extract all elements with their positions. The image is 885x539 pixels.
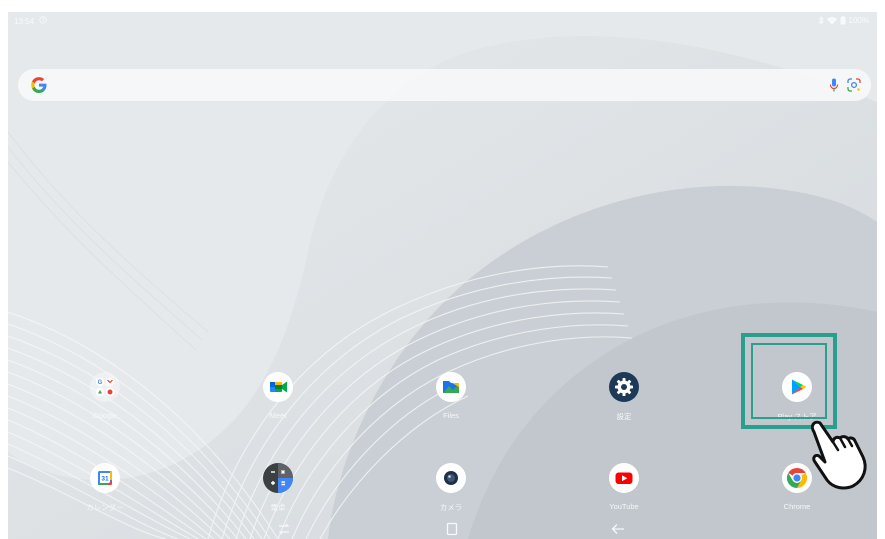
google-g-icon xyxy=(31,77,47,93)
pointing-hand-icon xyxy=(810,420,867,490)
battery-percent: 100% xyxy=(848,16,869,25)
calendar-day: 31 xyxy=(101,476,109,483)
highlight-frame xyxy=(741,333,837,429)
app-google-folder[interactable]: G Google xyxy=(60,369,150,425)
app-camera[interactable]: カメラ xyxy=(406,460,496,516)
youtube-icon xyxy=(608,462,640,494)
app-label: Google xyxy=(92,411,118,420)
app-label: Files xyxy=(443,411,459,420)
highlight-inner-frame xyxy=(751,343,827,419)
alarm-icon xyxy=(39,16,47,24)
calculator-icon xyxy=(262,462,294,494)
app-calendar[interactable]: 31 カレンダー xyxy=(60,460,150,516)
microphone-icon[interactable] xyxy=(829,78,839,92)
app-label: Chrome xyxy=(783,502,811,511)
app-label: YouTube xyxy=(609,502,639,511)
camera-icon xyxy=(435,462,467,494)
bluetooth-icon xyxy=(818,16,824,25)
recents-icon[interactable] xyxy=(276,522,292,536)
app-files[interactable]: Files xyxy=(406,369,496,425)
status-indicators: 100% xyxy=(818,16,869,25)
app-youtube[interactable]: YouTube xyxy=(579,460,669,516)
app-label: 電卓 xyxy=(270,503,286,512)
files-icon xyxy=(435,371,467,403)
status-time: 13:54 xyxy=(14,17,35,26)
app-label: カレンダー xyxy=(86,503,124,512)
svg-text:G: G xyxy=(98,380,103,386)
app-settings[interactable]: 設定 xyxy=(579,369,669,425)
app-calculator[interactable]: 電卓 xyxy=(233,460,323,516)
app-label: 設定 xyxy=(616,412,632,421)
back-icon[interactable] xyxy=(610,522,626,536)
wifi-icon xyxy=(826,16,837,25)
meet-icon xyxy=(262,371,294,403)
settings-gear-icon xyxy=(608,371,640,403)
calendar-icon: 31 xyxy=(89,462,121,494)
home-icon[interactable] xyxy=(444,522,460,536)
app-label: Meet xyxy=(269,411,287,420)
app-meet[interactable]: Meet xyxy=(233,369,323,425)
battery-icon xyxy=(840,16,846,25)
google-search-bar[interactable] xyxy=(18,69,871,101)
home-screen: 13:54 100% G Google Meet Files 設定 Play ス… xyxy=(8,12,877,539)
app-label: カメラ xyxy=(439,503,463,512)
navigation-bar xyxy=(8,519,877,539)
google-folder-icon: G xyxy=(89,371,121,403)
status-bar: 13:54 100% xyxy=(8,12,877,32)
google-lens-icon[interactable] xyxy=(847,78,861,92)
